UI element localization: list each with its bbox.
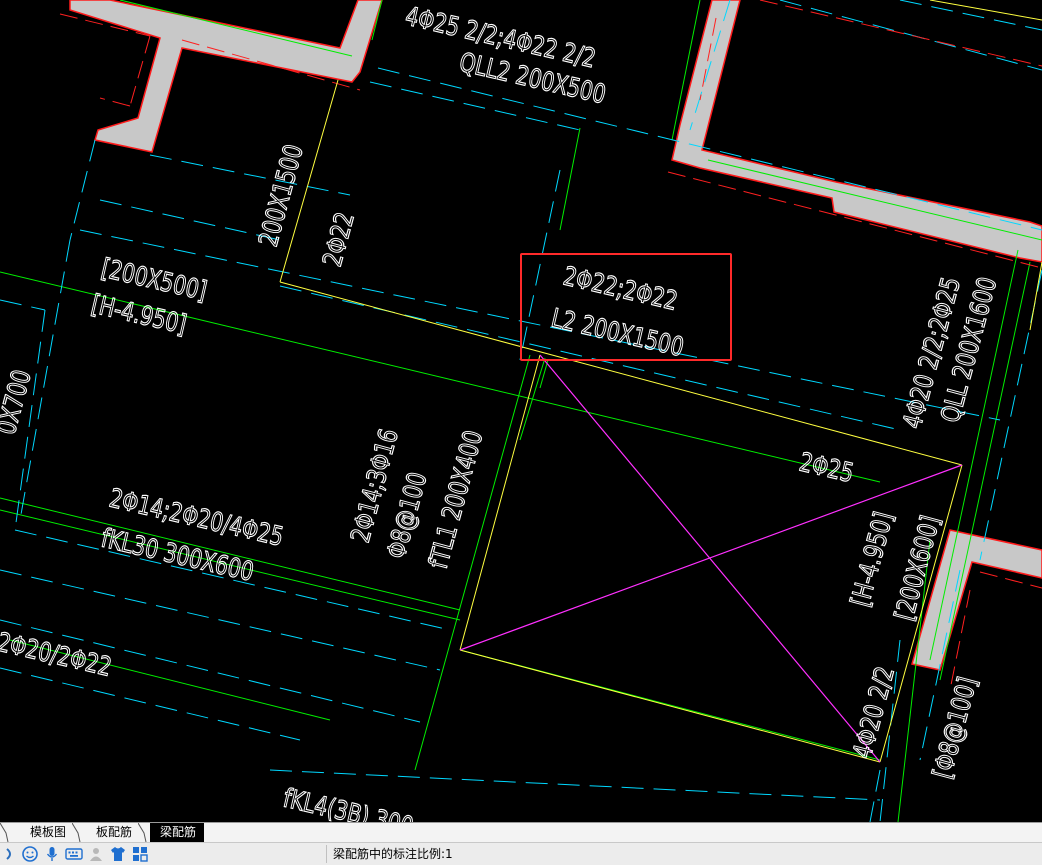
red-dashed-lines — [59, 0, 1042, 691]
label-rebar-4phi20: 4Φ20 2/2 — [847, 663, 900, 761]
label-rebar-2phi25: 2Φ25 — [796, 447, 856, 489]
status-text: 梁配筋中的标注比例:1 — [333, 847, 453, 861]
user-icon[interactable] — [88, 846, 104, 862]
tab-template[interactable]: 模板图 — [20, 823, 74, 842]
tab-beam-rebar[interactable]: 梁配筋 — [150, 823, 205, 842]
status-divider — [326, 845, 327, 863]
layout-tab-bar: 模板图 板配筋 梁配筋 — [0, 822, 1042, 842]
label-stirrup-right: [Φ8@100] — [927, 674, 983, 782]
label-bottom-rebar: 2Φ20/2Φ22 — [0, 627, 114, 682]
wall-top-right — [671, 0, 1042, 263]
label-elev-right: [H-4.950] — [845, 509, 899, 610]
grid-icon[interactable] — [132, 846, 148, 862]
cad-canvas[interactable]: 4Φ25 2/2;4Φ22 2/2 QLL2 200X500 200X1500 … — [0, 0, 1042, 822]
label-ftl1-name: fTL1 200X400 — [423, 427, 489, 571]
nav-icon[interactable] — [2, 846, 18, 862]
status-bar: 梁配筋中的标注比例:1 — [0, 842, 1042, 865]
tab-separator-icon — [138, 823, 147, 842]
keyboard-icon[interactable] — [65, 846, 83, 862]
tab-slab-rebar[interactable]: 板配筋 — [86, 823, 140, 842]
microphone-icon[interactable] — [44, 846, 60, 862]
tab-separator-icon — [0, 823, 9, 842]
cad-drawing-svg[interactable]: 4Φ25 2/2;4Φ22 2/2 QLL2 200X500 200X1500 … — [0, 0, 1042, 822]
wall-top-left — [69, 0, 383, 153]
label-left-clip: 0X700 — [0, 367, 37, 438]
label-beam-200x1500: 200X1500 — [253, 141, 309, 249]
tab-separator-icon — [72, 823, 81, 842]
emoji-icon[interactable] — [22, 846, 38, 862]
label-rebar-2phi22: 2Φ22 — [317, 209, 360, 270]
shirt-icon[interactable] — [110, 846, 126, 862]
label-fkl4-name: fKL4(3B) 300 — [280, 783, 416, 822]
